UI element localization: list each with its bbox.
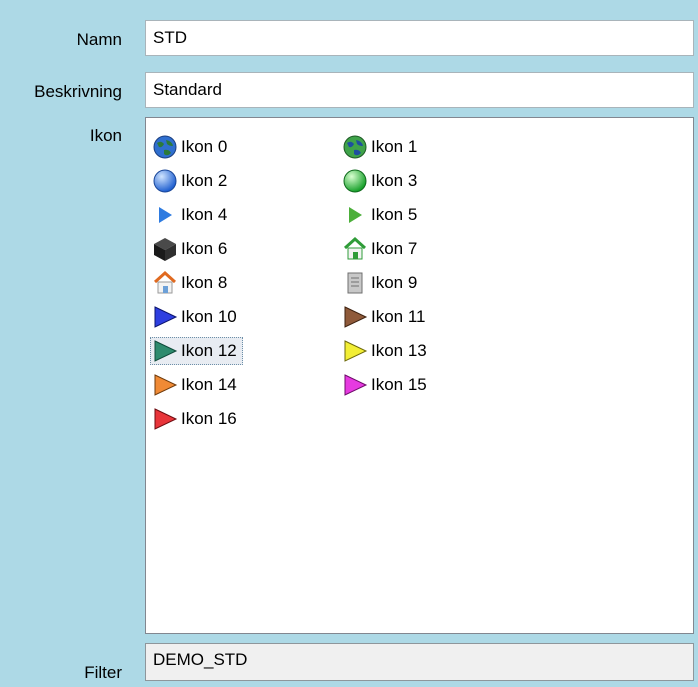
icon-list-item-label: Ikon 2	[181, 171, 228, 190]
icon-list-item-8[interactable]: Ikon 8	[150, 269, 233, 297]
filter-label: Filter	[84, 663, 122, 682]
icon-list-item-label: Ikon 15	[371, 375, 427, 394]
icon-list-item-1[interactable]: Ikon 1	[340, 133, 423, 161]
icon-list-item-label: Ikon 14	[181, 375, 237, 394]
arrow-green-icon	[340, 202, 370, 228]
icon-list-item-3[interactable]: Ikon 3	[340, 167, 423, 195]
icon-list-item-13[interactable]: Ikon 13	[340, 337, 433, 365]
icon-list[interactable]: Ikon 0 Ikon 2 Ikon 4 Ikon 6 Ikon 8 Ikon …	[145, 117, 694, 634]
icon-list-item-label: Ikon 1	[371, 137, 418, 156]
triangle-blue-icon	[150, 304, 180, 330]
globe-blue-icon	[150, 134, 180, 160]
icon-list-item-11[interactable]: Ikon 11	[340, 303, 432, 331]
triangle-yellow-icon	[340, 338, 370, 364]
triangle-teal-icon	[150, 338, 180, 364]
icon-list-item-16[interactable]: Ikon 16	[150, 405, 243, 433]
icon-list-item-label: Ikon 5	[371, 205, 418, 224]
icon-list-item-label: Ikon 9	[371, 273, 418, 292]
triangle-magenta-icon	[340, 372, 370, 398]
house-green-icon	[340, 236, 370, 262]
description-field[interactable]: Standard	[145, 72, 694, 108]
icon-list-item-6[interactable]: Ikon 6	[150, 235, 233, 263]
arrow-blue-icon	[150, 202, 180, 228]
icon-list-item-7[interactable]: Ikon 7	[340, 235, 423, 263]
icon-list-item-14[interactable]: Ikon 14	[150, 371, 243, 399]
icon-list-item-label: Ikon 6	[181, 239, 228, 258]
icon-list-item-label: Ikon 7	[371, 239, 418, 258]
triangle-orange-icon	[150, 372, 180, 398]
icon-list-item-label: Ikon 4	[181, 205, 228, 224]
icon-list-item-label: Ikon 10	[181, 307, 237, 326]
name-label: Namn	[76, 30, 122, 49]
filter-value: DEMO_STD	[153, 650, 248, 669]
triangle-brown-icon	[340, 304, 370, 330]
icon-list-item-label: Ikon 12	[181, 341, 237, 360]
house-orange-icon	[150, 270, 180, 296]
icon-list-item-0[interactable]: Ikon 0	[150, 133, 233, 161]
triangle-red-icon	[150, 406, 180, 432]
icon-list-item-label: Ikon 8	[181, 273, 228, 292]
filter-field: DEMO_STD	[145, 643, 694, 681]
name-field[interactable]: STD	[145, 20, 694, 56]
icon-list-item-label: Ikon 3	[371, 171, 418, 190]
icon-list-item-5[interactable]: Ikon 5	[340, 201, 423, 229]
icon-list-item-label: Ikon 16	[181, 409, 237, 428]
cube-black-icon	[150, 236, 180, 262]
icon-list-item-9[interactable]: Ikon 9	[340, 269, 423, 297]
icon-label: Ikon	[89, 126, 122, 145]
icon-list-item-12[interactable]: Ikon 12	[150, 337, 243, 365]
server-gray-icon	[340, 270, 370, 296]
icon-list-item-4[interactable]: Ikon 4	[150, 201, 233, 229]
description-value: Standard	[153, 80, 222, 99]
sphere-green-icon	[340, 168, 370, 194]
icon-list-item-label: Ikon 13	[371, 341, 427, 360]
name-value: STD	[153, 28, 187, 47]
icon-list-item-10[interactable]: Ikon 10	[150, 303, 243, 331]
icon-list-item-label: Ikon 11	[371, 307, 426, 326]
sphere-blue-icon	[150, 168, 180, 194]
icon-list-item-label: Ikon 0	[181, 137, 228, 156]
description-label: Beskrivning	[34, 82, 122, 101]
globe-green-icon	[340, 134, 370, 160]
icon-list-item-2[interactable]: Ikon 2	[150, 167, 233, 195]
icon-list-item-15[interactable]: Ikon 15	[340, 371, 433, 399]
